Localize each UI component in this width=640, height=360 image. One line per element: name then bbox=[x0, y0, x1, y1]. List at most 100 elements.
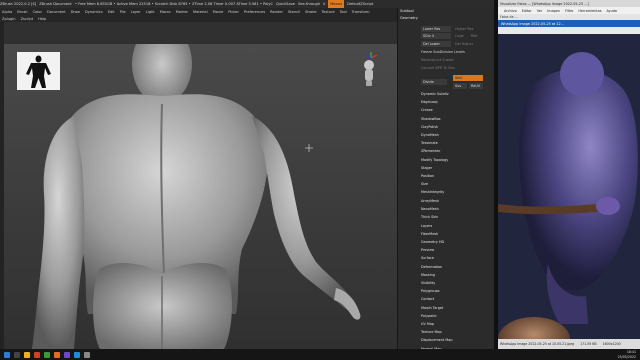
menu-render[interactable]: Render bbox=[270, 10, 283, 14]
app-icon-purple[interactable] bbox=[64, 351, 70, 358]
smt-toggle[interactable]: Smt bbox=[453, 75, 483, 81]
subpalette-stager[interactable]: Stager bbox=[421, 165, 432, 171]
subpalette-meshintegrity[interactable]: MeshIntegrity bbox=[421, 189, 444, 195]
menu-stencil[interactable]: Stencil bbox=[288, 10, 300, 14]
menu-material[interactable]: Material bbox=[193, 10, 208, 14]
menu-dynamics[interactable]: Dynamics bbox=[85, 10, 103, 14]
viewer-menu-ayuda[interactable]: Ayuda bbox=[606, 9, 616, 13]
cage-button[interactable]: Cage bbox=[453, 33, 467, 39]
subpalette-deformation[interactable]: Deformation bbox=[421, 264, 442, 270]
menu-texture[interactable]: Texture bbox=[322, 10, 335, 14]
subpalette-crease[interactable]: Crease bbox=[421, 107, 433, 113]
file-explorer-icon[interactable] bbox=[24, 351, 30, 358]
subpalette-displacement-map[interactable]: Displacement Map bbox=[421, 337, 453, 343]
menu-layer[interactable]: Layer bbox=[131, 10, 141, 14]
subpalette-dynamic-subdiv[interactable]: Dynamic Subdiv bbox=[421, 91, 449, 97]
photos-icon[interactable] bbox=[74, 351, 80, 358]
reuv-toggle[interactable]: ReUV bbox=[469, 83, 483, 89]
title-item[interactable]: See-through bbox=[298, 0, 320, 8]
subpalette-texture-map[interactable]: Texture Map bbox=[421, 329, 442, 335]
menu-marker[interactable]: Marker bbox=[176, 10, 188, 14]
app-icon-green[interactable] bbox=[44, 351, 50, 358]
freeze-subdiv-button[interactable]: Freeze SubDivision Levels bbox=[421, 49, 465, 55]
viewer-menu-ver[interactable]: Ver bbox=[537, 9, 543, 13]
sdiv-slider[interactable]: SDiv 4 bbox=[421, 33, 451, 39]
subpalette-layers[interactable]: Layers bbox=[421, 223, 432, 229]
search-icon[interactable] bbox=[14, 351, 20, 358]
viewer-menu-editar[interactable]: Editar bbox=[522, 9, 532, 13]
menu-edit[interactable]: Edit bbox=[108, 10, 115, 14]
geometry-section-title[interactable]: Geometry bbox=[398, 15, 494, 22]
subpalette-arraymesh[interactable]: ArrayMesh bbox=[421, 198, 439, 204]
menu-light[interactable]: Light bbox=[146, 10, 155, 14]
subpalette-position[interactable]: Position bbox=[421, 173, 434, 179]
browser-icon[interactable] bbox=[34, 351, 40, 358]
subpalette-masking[interactable]: Masking bbox=[421, 272, 435, 278]
menu-macro[interactable]: Macro bbox=[160, 10, 171, 14]
menu-brush[interactable]: Brush bbox=[17, 10, 27, 14]
convert-bpr-button[interactable]: Convert BPR To Geo bbox=[421, 65, 455, 71]
menu-draw[interactable]: Draw bbox=[71, 10, 80, 14]
subpalette-thick-skin[interactable]: Thick Skin bbox=[421, 214, 438, 220]
viewer-menu-archivo[interactable]: Archivo bbox=[504, 9, 517, 13]
viewer-menu-imagen[interactable]: Imagen bbox=[547, 9, 560, 13]
subpalette-contact[interactable]: Contact bbox=[421, 296, 434, 302]
viewport-canvas[interactable] bbox=[4, 44, 397, 349]
menu-document[interactable]: Document bbox=[47, 10, 66, 14]
subpalette-polypaint[interactable]: Polypaint bbox=[421, 313, 437, 319]
menu-zscript[interactable]: Zscript bbox=[21, 17, 33, 21]
title-item[interactable]: QuickSave bbox=[276, 0, 295, 8]
menu-help[interactable]: Help bbox=[38, 17, 46, 21]
title-item[interactable]: Menus bbox=[328, 0, 345, 8]
viewer-menu-bar: Archivo Editar Ver Imagen Filtro Herramientas… bbox=[498, 7, 640, 14]
subpalette-polygroups[interactable]: Polygroups bbox=[421, 288, 440, 294]
lower-res-button[interactable]: Lower Res bbox=[421, 26, 451, 32]
suv-toggle[interactable]: Suv bbox=[453, 83, 467, 89]
subpalette-surface[interactable]: Surface bbox=[421, 255, 434, 261]
subpalette-morph-target[interactable]: Morph Target bbox=[421, 305, 443, 311]
app-icon-gray[interactable] bbox=[84, 351, 90, 358]
taskbar-clock[interactable]: 18:41 25/05/2022 bbox=[618, 350, 636, 359]
subpalette-dynamesh[interactable]: DynaMesh bbox=[421, 132, 439, 138]
subpalette-size[interactable]: Size bbox=[421, 181, 428, 187]
title-item[interactable]: DefaultZScript bbox=[347, 0, 373, 8]
menu-alpha[interactable]: Alpha bbox=[2, 10, 12, 14]
subpalette-modify-topology[interactable]: Modify Topology bbox=[421, 157, 448, 163]
menu-color[interactable]: Color bbox=[33, 10, 42, 14]
title-item[interactable]: 0 bbox=[323, 0, 325, 8]
reconstruct-subdiv-button[interactable]: Reconstruct Subdiv bbox=[421, 57, 454, 63]
subpalette-uv-map[interactable]: UV Map bbox=[421, 321, 434, 327]
subpalette-geometry-hd[interactable]: Geometry HD bbox=[421, 239, 444, 245]
subpalette-nanomesh[interactable]: NanoMesh bbox=[421, 206, 439, 212]
del-lower-button[interactable]: Del Lower bbox=[421, 41, 451, 47]
zbrush-icon[interactable] bbox=[54, 351, 60, 358]
subpalette-preview[interactable]: Preview bbox=[421, 247, 434, 253]
menu-stroke[interactable]: Stroke bbox=[305, 10, 316, 14]
divide-button[interactable]: Divide bbox=[421, 79, 447, 85]
viewer-menu-filtro[interactable]: Filtro bbox=[565, 9, 573, 13]
viewer-breadcrumb-text[interactable]: Fotos de ... bbox=[500, 15, 518, 19]
menu-zplugin[interactable]: Zplugin bbox=[2, 17, 16, 21]
viewer-menu-herramientas[interactable]: Herramientas bbox=[578, 9, 601, 13]
menu-movie[interactable]: Movie bbox=[213, 10, 224, 14]
higher-res-button[interactable]: Higher Res bbox=[453, 26, 483, 32]
subpalette-claypolish[interactable]: ClayPolish bbox=[421, 124, 438, 130]
menu-file[interactable]: File bbox=[120, 10, 126, 14]
del-higher-button[interactable]: Del Higher bbox=[453, 41, 483, 47]
subpalette-tessimate[interactable]: Tessimate bbox=[421, 140, 438, 146]
menu-preferences[interactable]: Preferences bbox=[244, 10, 265, 14]
subpalette-shadowbox[interactable]: ShadowBox bbox=[421, 116, 441, 122]
menu-picker[interactable]: Picker bbox=[228, 10, 239, 14]
palette-header[interactable]: Subtool bbox=[398, 8, 494, 15]
subpalette-edgeloop[interactable]: EdgeLoop bbox=[421, 99, 438, 105]
menu-transform[interactable]: Transform bbox=[352, 10, 370, 14]
subpalette-zremesher[interactable]: ZRemesher bbox=[421, 148, 440, 154]
viewer-file-tab[interactable]: WhatsApp Image 2022-05-25 at 12... bbox=[498, 20, 640, 27]
cursor-crosshair bbox=[305, 144, 313, 152]
menu-tool[interactable]: Tool bbox=[340, 10, 347, 14]
subpalette-visibility[interactable]: Visibility bbox=[421, 280, 435, 286]
rstr-button[interactable]: Rstr bbox=[469, 33, 483, 39]
navigation-gizmo[interactable] bbox=[357, 52, 381, 88]
subpalette-fibermesh[interactable]: FiberMesh bbox=[421, 231, 438, 237]
start-icon[interactable] bbox=[4, 351, 10, 358]
